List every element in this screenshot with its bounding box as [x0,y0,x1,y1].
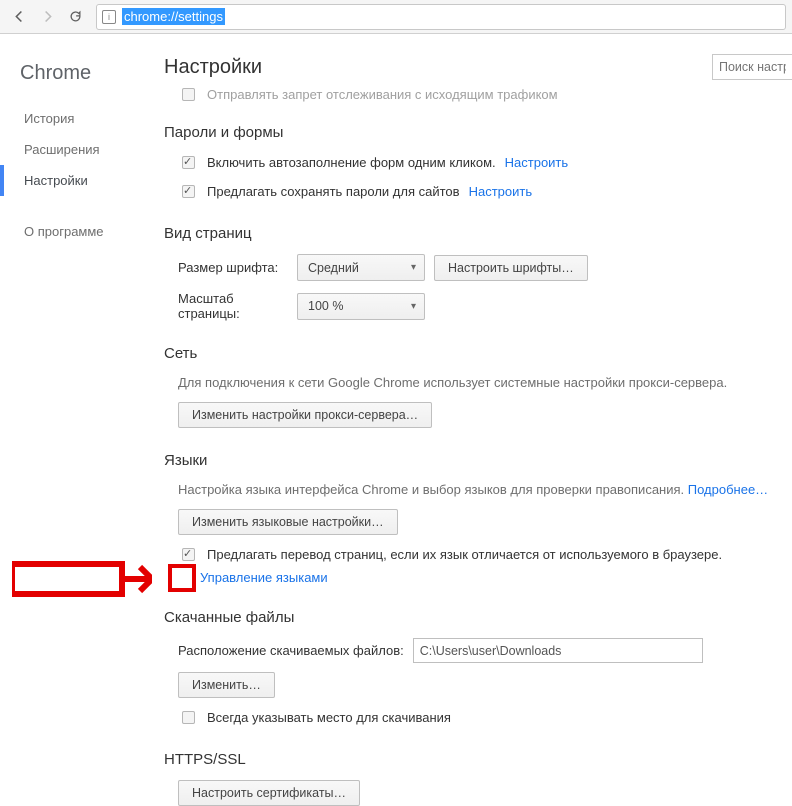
autofill-configure-link[interactable]: Настроить [505,155,569,170]
forward-button[interactable] [34,4,60,30]
downloads-heading: Скачанные файлы [164,609,780,626]
dnt-row: Отправлять запрет отслеживания с исходящ… [164,85,792,104]
network-desc: Для подключения к сети Google Chrome исп… [164,374,780,392]
translate-label: Предлагать перевод страниц, если их язык… [207,547,722,562]
site-info-icon[interactable]: i [102,10,116,24]
download-path-input[interactable] [413,638,703,663]
configure-fonts-button[interactable]: Настроить шрифты… [434,255,588,281]
url-text: chrome://settings [122,8,225,25]
ask-location-label: Всегда указывать место для скачивания [207,710,451,725]
back-button[interactable] [6,4,32,30]
sidebar: Chrome История Расширения Настройки О пр… [0,34,150,771]
font-size-select[interactable]: Средний [297,254,425,281]
brand-title: Chrome [0,62,150,103]
dnt-label: Отправлять запрет отслеживания с исходящ… [207,87,558,102]
content-area: Chrome История Расширения Настройки О пр… [0,34,792,771]
section-appearance: Вид страниц Размер шрифта: Средний Настр… [164,225,792,321]
passwords-heading: Пароли и формы [164,124,780,141]
section-downloads: Скачанные файлы Расположение скачиваемых… [164,609,792,727]
appearance-heading: Вид страниц [164,225,780,242]
browser-toolbar: i chrome://settings [0,0,792,34]
section-passwords: Пароли и формы Включить автозаполнение ф… [164,124,792,201]
savepw-configure-link[interactable]: Настроить [469,184,533,199]
savepw-label: Предлагать сохранять пароли для сайтов [207,184,460,199]
https-heading: HTTPS/SSL [164,751,780,768]
section-network: Сеть Для подключения к сети Google Chrom… [164,345,792,428]
proxy-settings-button[interactable]: Изменить настройки прокси-сервера… [178,402,432,428]
dnt-checkbox[interactable] [182,88,195,101]
page-zoom-select[interactable]: 100 % [297,293,425,320]
languages-desc: Настройка языка интерфейса Chrome и выбо… [164,481,780,499]
settings-search-input[interactable] [712,54,792,80]
font-size-label: Размер шрифта: [178,260,288,275]
languages-more-link[interactable]: Подробнее… [688,482,768,497]
ask-location-checkbox[interactable] [182,711,195,724]
certificates-button[interactable]: Настроить сертификаты… [178,780,360,806]
translate-checkbox[interactable] [182,548,195,561]
section-languages: Языки Настройка языка интерфейса Chrome … [164,452,792,585]
reload-button[interactable] [62,4,88,30]
sidebar-item-history[interactable]: История [0,103,150,134]
network-heading: Сеть [164,345,780,362]
change-download-button[interactable]: Изменить… [178,672,275,698]
autofill-label: Включить автозаполнение форм одним клико… [207,155,496,170]
language-settings-button[interactable]: Изменить языковые настройки… [178,509,398,535]
address-bar[interactable]: i chrome://settings [96,4,786,30]
autofill-checkbox[interactable] [182,156,195,169]
sidebar-item-settings[interactable]: Настройки [0,165,150,196]
languages-heading: Языки [164,452,780,469]
savepw-checkbox[interactable] [182,185,195,198]
page-zoom-label: Масштаб страницы: [178,291,288,321]
sidebar-item-extensions[interactable]: Расширения [0,134,150,165]
main-panel: Настройки Отправлять запрет отслеживания… [150,34,792,771]
manage-languages-link[interactable]: Управление языками [200,570,328,585]
section-https: HTTPS/SSL Настроить сертификаты… [164,751,792,806]
page-title: Настройки [164,56,792,79]
download-path-label: Расположение скачиваемых файлов: [178,643,404,658]
sidebar-item-about[interactable]: О программе [0,216,150,247]
